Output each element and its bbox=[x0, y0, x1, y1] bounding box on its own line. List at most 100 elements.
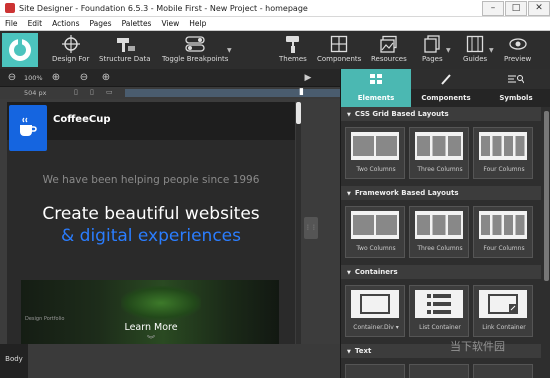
images-icon bbox=[380, 35, 398, 53]
tablet-icon[interactable]: ▯ bbox=[90, 88, 94, 96]
element-breadcrumb-bar: Body bbox=[0, 344, 340, 378]
title-bar: Site Designer - Foundation 6.5.3 - Mobil… bbox=[0, 0, 550, 17]
card-label: List Container bbox=[419, 324, 461, 331]
tab-components[interactable]: Components bbox=[411, 89, 481, 107]
four-columns-thumb bbox=[479, 211, 527, 239]
site-preview[interactable]: CoffeeCup We have been helping people si… bbox=[7, 102, 295, 344]
crosshair-icon bbox=[61, 35, 80, 53]
card-label: Three Columns bbox=[417, 245, 463, 252]
section-css-grid[interactable]: ▼ CSS Grid Based Layouts bbox=[341, 107, 541, 121]
css-grid-four-columns-card[interactable]: Four Columns bbox=[473, 127, 533, 179]
coffee-cup-icon bbox=[9, 105, 47, 151]
guides-icon bbox=[466, 35, 484, 53]
eye-icon bbox=[508, 35, 528, 53]
zoom-out-icon[interactable]: ⊖ bbox=[6, 72, 18, 84]
menu-help[interactable]: Help bbox=[184, 19, 211, 28]
text-card-partial[interactable] bbox=[345, 364, 405, 378]
menu-actions[interactable]: Actions bbox=[47, 19, 84, 28]
toggle-breakpoints-label: Toggle Breakpoints bbox=[162, 55, 229, 63]
guides-label: Guides bbox=[463, 55, 488, 63]
window-title: Site Designer - Foundation 6.5.3 - Mobil… bbox=[19, 3, 308, 13]
phone-icon[interactable]: ▯ bbox=[74, 88, 78, 96]
framework-two-columns-card[interactable]: Two Columns bbox=[345, 206, 405, 258]
chevron-down-icon: ︾ bbox=[147, 335, 155, 344]
add-breakpoint-icon[interactable]: ⊕ bbox=[100, 72, 112, 84]
text-card-partial[interactable] bbox=[473, 364, 533, 378]
components-button[interactable]: Components bbox=[317, 35, 361, 67]
panel-scroll-thumb[interactable] bbox=[544, 111, 549, 281]
tab-symbols[interactable]: Symbols bbox=[481, 89, 550, 107]
maximize-button[interactable]: □ bbox=[505, 1, 527, 16]
link-container-card[interactable]: Link Container bbox=[473, 285, 533, 337]
guides-dropdown-icon[interactable]: ▼ bbox=[489, 47, 494, 54]
framework-three-columns-card[interactable]: Three Columns bbox=[409, 206, 469, 258]
card-label: Two Columns bbox=[356, 245, 396, 252]
zoom-reset-icon[interactable]: ⊖ bbox=[78, 72, 90, 84]
card-label: Three Columns bbox=[417, 166, 463, 173]
ruler-track[interactable] bbox=[125, 89, 340, 97]
brush-icon[interactable] bbox=[411, 69, 481, 89]
breakpoints-dropdown-icon[interactable]: ▼ bbox=[227, 47, 232, 54]
canvas-control-bar: ⊖ 100% ⊕ ⊖ ⊕ ▶ bbox=[0, 69, 340, 87]
guides-button[interactable]: Guides bbox=[463, 35, 487, 67]
css-grid-three-columns-card[interactable]: Three Columns bbox=[409, 127, 469, 179]
design-canvas: CoffeeCup We have been helping people si… bbox=[0, 99, 340, 344]
pages-dropdown-icon[interactable]: ▼ bbox=[446, 47, 451, 54]
elements-tab-icon[interactable] bbox=[341, 69, 411, 89]
menu-palettes[interactable]: Palettes bbox=[117, 19, 157, 28]
app-icon bbox=[5, 3, 15, 13]
menu-pages[interactable]: Pages bbox=[85, 19, 117, 28]
section-title: Text bbox=[354, 347, 372, 355]
pages-button[interactable]: Pages bbox=[422, 35, 443, 67]
framework-four-columns-card[interactable]: Four Columns bbox=[473, 206, 533, 258]
toggle-breakpoints-button[interactable]: Toggle Breakpoints bbox=[162, 35, 228, 67]
desktop-icon[interactable]: ▭ bbox=[106, 88, 113, 96]
minimize-button[interactable]: – bbox=[482, 1, 504, 16]
hammer-icon bbox=[114, 35, 136, 53]
text-card-partial[interactable] bbox=[409, 364, 469, 378]
learn-more-link[interactable]: Learn More bbox=[7, 322, 295, 333]
resources-label: Resources bbox=[371, 55, 407, 63]
section-text[interactable]: ▼ Text bbox=[341, 344, 541, 358]
list-container-card[interactable]: List Container bbox=[409, 285, 469, 337]
pages-label: Pages bbox=[422, 55, 443, 63]
menu-file[interactable]: File bbox=[0, 19, 23, 28]
tab-elements[interactable]: Elements bbox=[341, 89, 411, 107]
resize-handle[interactable]: ⋮⋮ bbox=[304, 217, 318, 239]
elements-panel: Elements Components Symbols ▼ CSS Grid Ba… bbox=[340, 69, 550, 378]
themes-button[interactable]: Themes bbox=[279, 35, 307, 67]
container-div-card[interactable]: Container.Div ▾ bbox=[345, 285, 405, 337]
zoom-in-icon[interactable]: ⊕ bbox=[50, 72, 62, 84]
resources-button[interactable]: Resources bbox=[371, 35, 407, 67]
width-handle[interactable]: ▮ bbox=[299, 87, 304, 97]
section-containers[interactable]: ▼ Containers bbox=[341, 265, 541, 279]
design-for-button[interactable]: Design For bbox=[52, 35, 89, 67]
two-columns-thumb bbox=[351, 132, 399, 160]
components-label: Components bbox=[317, 55, 362, 63]
site-tagline: We have been helping people since 1996 bbox=[42, 174, 260, 186]
canvas-scroll-thumb[interactable] bbox=[296, 102, 301, 124]
canvas-scrollbar[interactable] bbox=[296, 102, 301, 344]
three-columns-thumb bbox=[415, 211, 463, 239]
design-for-label: Design For bbox=[52, 55, 90, 63]
play-icon[interactable]: ▶ bbox=[302, 72, 314, 84]
panel-scrollbar[interactable] bbox=[543, 107, 550, 378]
section-title: CSS Grid Based Layouts bbox=[354, 110, 449, 118]
close-button[interactable]: ✕ bbox=[528, 1, 550, 16]
symbols-search-icon[interactable] bbox=[481, 69, 550, 89]
card-label: Link Container bbox=[482, 324, 526, 331]
preview-button[interactable]: Preview bbox=[504, 35, 531, 67]
watermark: 当下软件园 bbox=[450, 340, 505, 353]
structure-data-button[interactable]: Structure Data bbox=[99, 35, 151, 67]
menu-edit[interactable]: Edit bbox=[23, 19, 48, 28]
section-framework[interactable]: ▼ Framework Based Layouts bbox=[341, 186, 541, 200]
container-thumb bbox=[351, 290, 399, 318]
hero-headline: Create beautiful websites bbox=[42, 204, 260, 224]
body-breadcrumb[interactable]: Body bbox=[0, 344, 28, 378]
pages-icon bbox=[423, 35, 441, 53]
menu-view[interactable]: View bbox=[156, 19, 184, 28]
width-readout: 504 px bbox=[24, 89, 47, 97]
main-toolbar: Design For Structure Data Toggle Breakpo… bbox=[0, 31, 550, 69]
css-grid-two-columns-card[interactable]: Two Columns bbox=[345, 127, 405, 179]
structure-data-label: Structure Data bbox=[99, 55, 151, 63]
